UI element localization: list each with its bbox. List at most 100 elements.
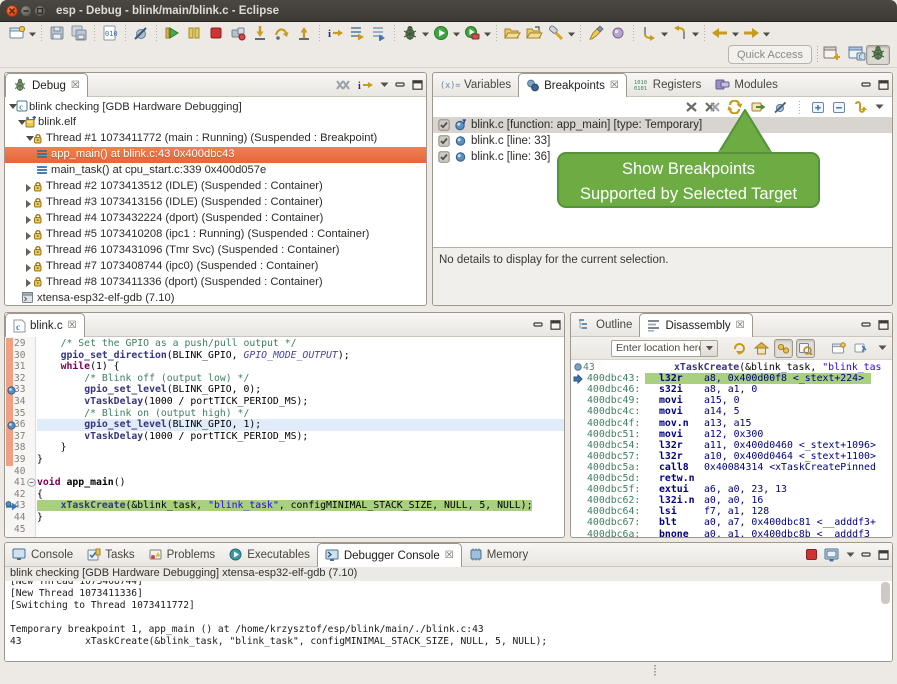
- debug-config-dropdown[interactable]: [422, 24, 429, 42]
- breakpoint-checkbox[interactable]: [438, 151, 450, 163]
- track-expression-button[interactable]: [774, 339, 793, 358]
- location-input[interactable]: Enter location here: [611, 340, 701, 357]
- disassembly-row[interactable]: 400dbc4c:movia14, 5: [571, 406, 892, 417]
- disassembly-row[interactable]: 400dbc6a:bnonea0, a1, 0x400dbc8b <__addd…: [571, 529, 892, 539]
- disassembly-row[interactable]: 400dbc5f:extuia6, a0, 23, 13: [571, 484, 892, 495]
- view-menu-button[interactable]: [380, 82, 389, 88]
- maximize-button[interactable]: [878, 80, 889, 90]
- instruction-stepping-gold-button[interactable]: i: [357, 78, 374, 92]
- dropdown-button[interactable]: [846, 552, 855, 558]
- forward-history-button[interactable]: [740, 23, 762, 43]
- forward-history-dropdown[interactable]: [763, 24, 770, 42]
- breakpoint-checkbox[interactable]: [438, 135, 450, 147]
- step-return-button[interactable]: [293, 23, 315, 43]
- minimize-button[interactable]: [861, 80, 872, 90]
- new-wizard-button[interactable]: [6, 23, 28, 43]
- console-scrollbar[interactable]: [881, 582, 890, 604]
- pin-view-button[interactable]: [851, 339, 870, 358]
- next-annotation-button[interactable]: [638, 23, 660, 43]
- view-menu-button[interactable]: [873, 339, 892, 358]
- tree-expand-arrow-icon[interactable]: [26, 184, 31, 192]
- highlighter-button[interactable]: [585, 23, 607, 43]
- tab-outline[interactable]: Outline: [571, 313, 639, 336]
- display-console-button[interactable]: [824, 548, 840, 562]
- fold-collapse-icon[interactable]: [27, 478, 36, 487]
- minimize-button[interactable]: [861, 320, 872, 330]
- skip-all-breakpoints-button[interactable]: [130, 23, 152, 43]
- collapse-all-button[interactable]: [832, 101, 846, 114]
- disassembly-row[interactable]: 400dbc46:s32ia8, a1, 0: [571, 384, 892, 395]
- external-tools-dropdown[interactable]: [484, 24, 491, 42]
- open-folder-button[interactable]: [501, 23, 523, 43]
- disassembly-row[interactable]: 400dbc51:movia12, 0x300: [571, 429, 892, 440]
- console-body[interactable]: [New Thread 1073408744][New Thread 10734…: [5, 581, 892, 661]
- view-menu-button[interactable]: [875, 104, 884, 110]
- back-history-button[interactable]: [709, 23, 731, 43]
- debug-tree-row[interactable]: main_task() at cpu_start.c:339 0x400d057…: [5, 163, 426, 179]
- tree-expand-arrow-icon[interactable]: [26, 264, 31, 272]
- tab-breakpoints-close-icon[interactable]: ☒: [610, 80, 619, 91]
- editor-body[interactable]: 29 /* Set the GPIO as a push/pull output…: [5, 337, 564, 538]
- refresh-disasm-button[interactable]: [730, 339, 749, 358]
- disassembly-row[interactable]: 400dbc64:lsif7, a1, 128: [571, 506, 892, 517]
- disassembly-row[interactable]: 400dbc4f:mov.na13, a15: [571, 418, 892, 429]
- debug-tree-row[interactable]: Thread #8 1073411336 (dport) (Suspended …: [5, 274, 426, 290]
- debug-config-button[interactable]: [399, 23, 421, 43]
- tab-debugger-console-close-icon[interactable]: ☒: [445, 550, 454, 561]
- disassembly-row[interactable]: 400dbc62:l32i.na0, a0, 16: [571, 495, 892, 506]
- minimize-button[interactable]: [861, 550, 872, 560]
- suspend-button[interactable]: [183, 23, 205, 43]
- quick-access-field[interactable]: Quick Access: [728, 45, 812, 64]
- cpp-perspective-button[interactable]: C: [846, 45, 868, 65]
- maximize-button[interactable]: [550, 320, 561, 330]
- build-binary-button[interactable]: 010: [99, 23, 121, 43]
- debug-tree-row[interactable]: Thread #5 1073410208 (ipc1 : Running) (S…: [5, 227, 426, 243]
- tab-variables[interactable]: (x)=Variables: [433, 73, 518, 96]
- run-dropdown[interactable]: [453, 24, 460, 42]
- disassembly-row[interactable]: 400dbc49:movia15, 0: [571, 395, 892, 406]
- breakpoint-marker-icon[interactable]: [6, 420, 17, 431]
- debug-tree-row[interactable]: Thread #6 1073431096 (Tmr Svc) (Suspende…: [5, 243, 426, 259]
- tab-blink-c-close-icon[interactable]: ☒: [68, 320, 77, 331]
- save-all-button[interactable]: [68, 23, 90, 43]
- group-by-button[interactable]: [853, 100, 868, 114]
- minimize-button[interactable]: [533, 320, 544, 330]
- disassembly-row[interactable]: 400dbc67:blta0, a7, 0x400dbc81 <__adddf3…: [571, 517, 892, 528]
- window-minimize-button[interactable]: [20, 5, 32, 17]
- back-history-dropdown[interactable]: [732, 24, 739, 42]
- tab-problems[interactable]: Problems: [142, 543, 223, 566]
- tab-registers[interactable]: 10100101Registers: [627, 73, 709, 96]
- remove-all-terminated-button[interactable]: [335, 78, 351, 92]
- debug-tree-row[interactable]: app_main() at blink.c:43 0x400dbc43: [5, 147, 426, 163]
- disassembly-row[interactable]: 400dbc54:l32ra11, 0x400d0460 <_stext+109…: [571, 440, 892, 451]
- tab-blink-c[interactable]: c blink.c ☒: [5, 313, 85, 337]
- tab-debug-close-icon[interactable]: ☒: [71, 80, 80, 91]
- tree-expand-arrow-icon[interactable]: [26, 216, 31, 224]
- search-button[interactable]: [545, 23, 567, 43]
- remove-breakpoint-button[interactable]: [685, 101, 698, 113]
- location-dropdown-button[interactable]: [701, 340, 718, 357]
- tab-executables[interactable]: Executables: [222, 543, 317, 566]
- external-tools-button[interactable]: [461, 23, 483, 43]
- tab-memory[interactable]: Memory: [462, 543, 536, 566]
- run-button[interactable]: [430, 23, 452, 43]
- debug-tree-row[interactable]: Thread #2 1073413512 (IDLE) (Suspended :…: [5, 179, 426, 195]
- tree-expand-arrow-icon[interactable]: [26, 248, 31, 256]
- tab-disassembly-close-icon[interactable]: ☒: [736, 320, 745, 331]
- debug-tree-row[interactable]: cblink checking [GDB Hardware Debugging]: [5, 99, 426, 115]
- window-close-button[interactable]: [6, 5, 18, 17]
- disconnect-button[interactable]: [227, 23, 249, 43]
- tab-modules[interactable]: Modules: [708, 73, 784, 96]
- tab-debugger-console[interactable]: Debugger Console☒: [317, 543, 462, 567]
- debug-tree-row[interactable]: Thread #3 1073413156 (IDLE) (Suspended :…: [5, 195, 426, 211]
- debug-tree-row[interactable]: xtensa-esp32-elf-gdb (7.10): [5, 290, 426, 306]
- maximize-button[interactable]: [878, 320, 889, 330]
- window-maximize-button[interactable]: [34, 5, 46, 17]
- previous-annotation-button[interactable]: [669, 23, 691, 43]
- tab-disassembly[interactable]: Disassembly☒: [639, 313, 752, 337]
- minimize-button[interactable]: [395, 80, 406, 90]
- new-wizard-dropdown[interactable]: [29, 24, 36, 42]
- tree-expand-arrow-icon[interactable]: [26, 232, 31, 240]
- save-button[interactable]: [46, 23, 68, 43]
- debug-perspective-button[interactable]: [866, 45, 890, 65]
